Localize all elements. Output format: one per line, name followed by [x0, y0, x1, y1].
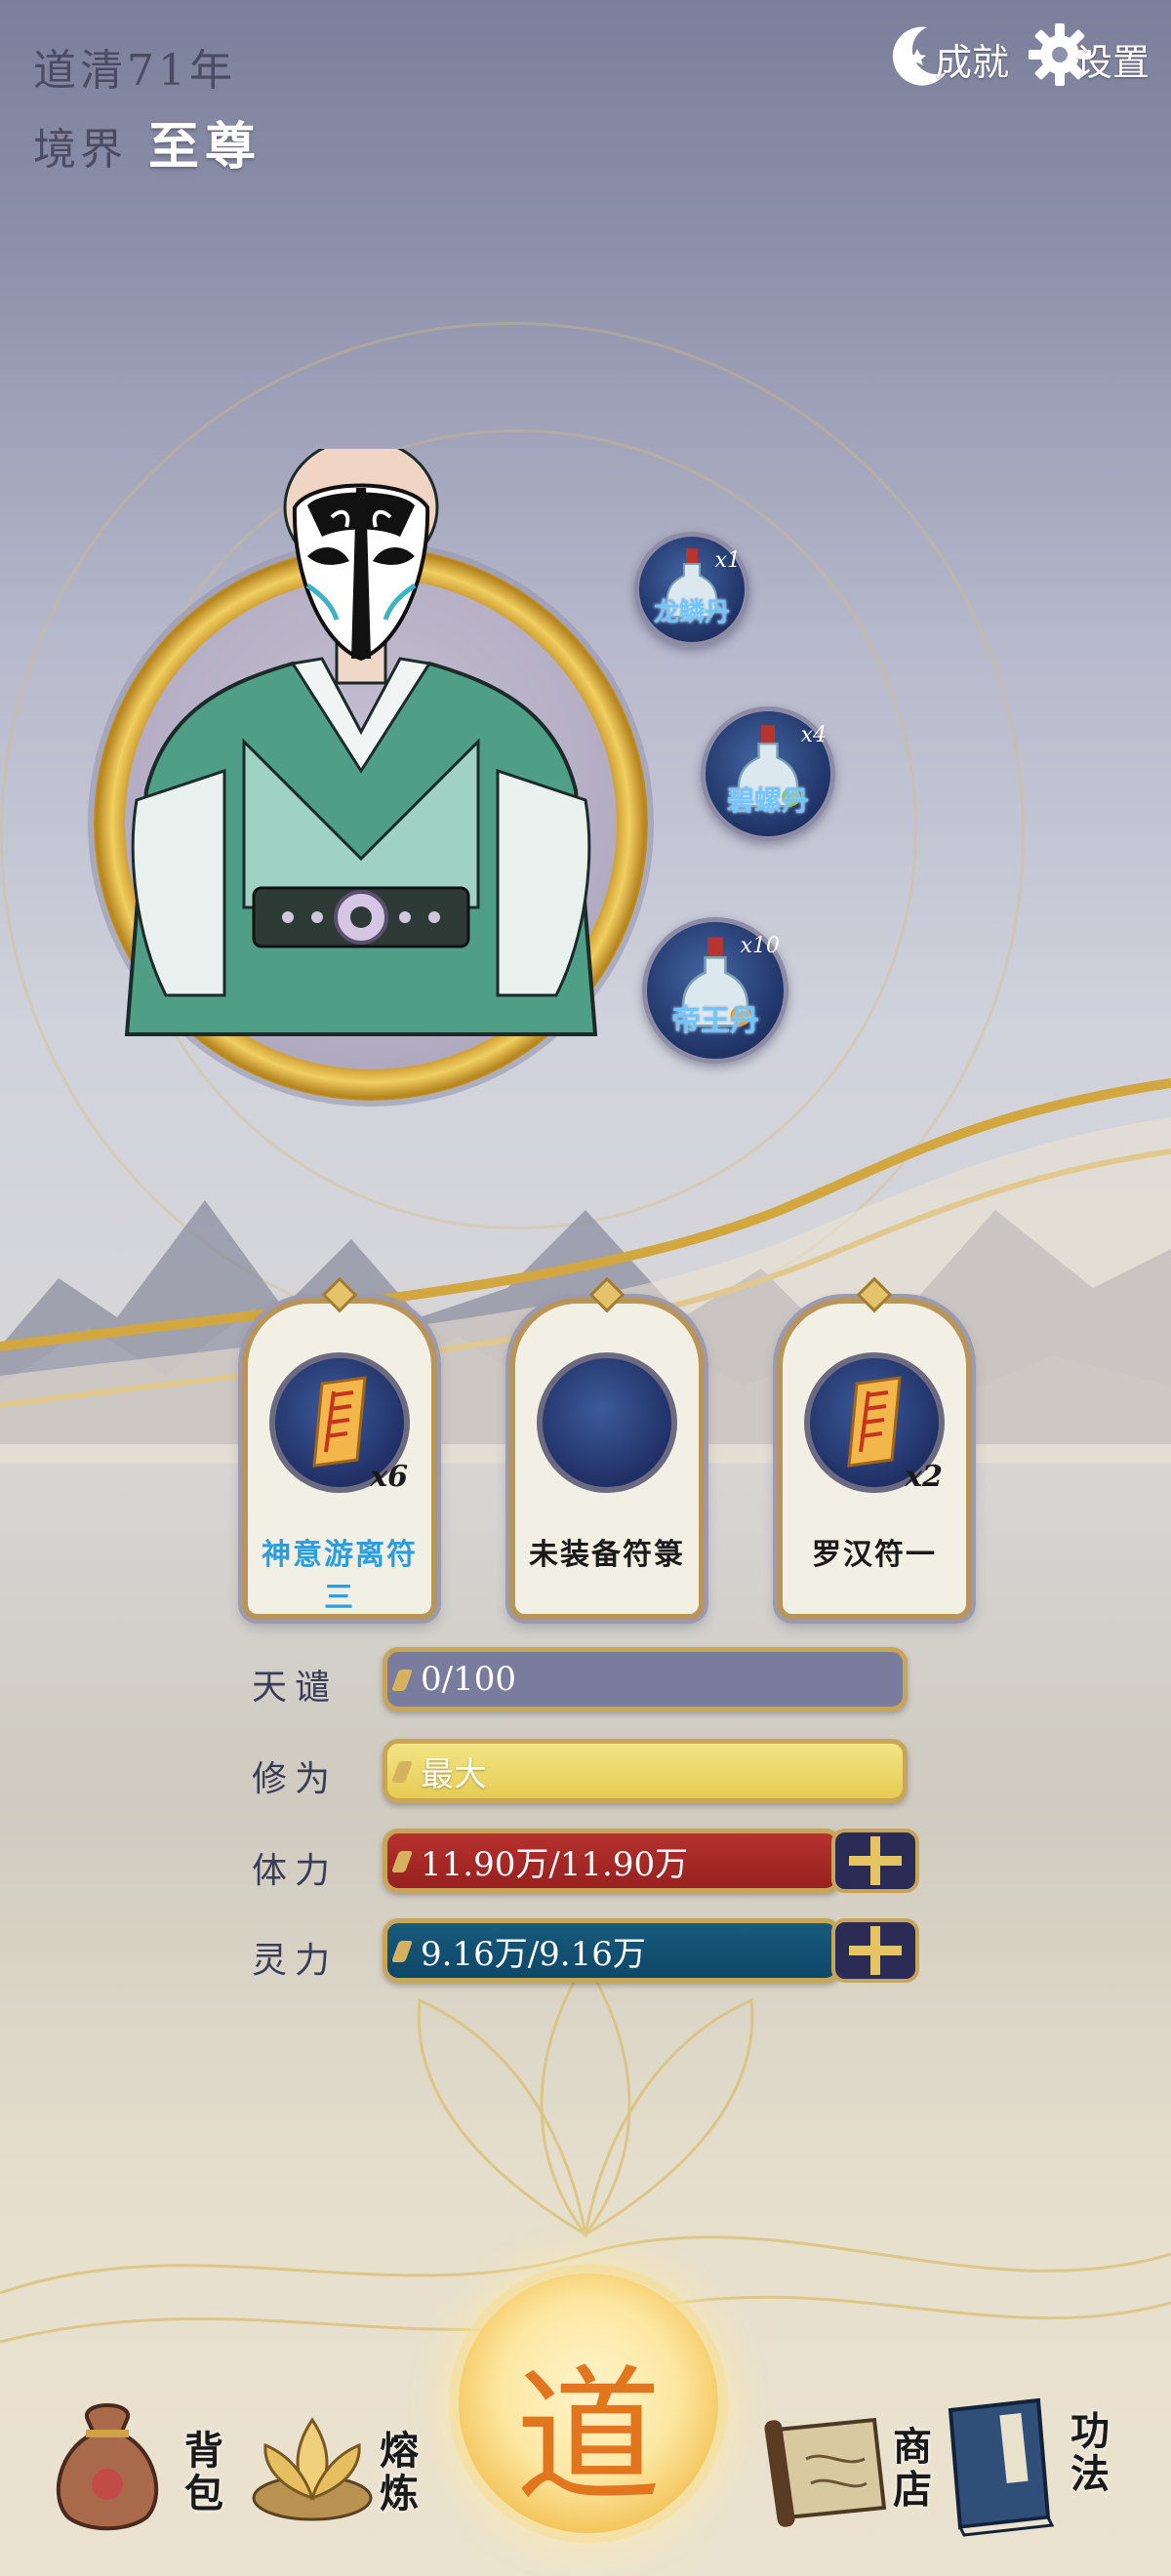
- tianqian-bar: 0/100: [383, 1647, 908, 1711]
- talisman-count: x6: [370, 1460, 408, 1494]
- pill-longlin[interactable]: 龙鳞丹 x1: [634, 532, 749, 647]
- talisman-slot-3[interactable]: x2 罗汉符一: [777, 1276, 972, 1620]
- talisman-empty-slot: [537, 1352, 677, 1493]
- pill-count: x10: [740, 934, 780, 958]
- nav-refine-label: 熔炼: [373, 2430, 419, 2516]
- stat-label-lingli: 灵力: [252, 1941, 339, 1981]
- pouch-icon: [56, 2403, 159, 2531]
- stat-label-tili: 体力: [252, 1851, 339, 1891]
- talisman-slot-2[interactable]: 未装备符箓: [509, 1276, 705, 1620]
- achievements-label: 成就: [935, 41, 1010, 84]
- pill-name: 碧螺丹: [726, 785, 809, 817]
- stamina-value: 11.90万/11.90万: [421, 1844, 689, 1884]
- talisman-slot-1[interactable]: x6 神意游离符三: [242, 1276, 437, 1620]
- nav-bag-label: 背包: [178, 2430, 223, 2516]
- dao-meditate-button[interactable]: 道: [459, 2274, 718, 2533]
- dao-character: 道: [514, 2353, 662, 2522]
- stamina-bar: 11.90万/11.90万: [383, 1829, 841, 1893]
- realm-label: 境界: [33, 125, 127, 175]
- talisman-name: 罗汉符一: [812, 1538, 937, 1572]
- pill-biluo[interactable]: 碧螺丹 x4: [701, 706, 835, 841]
- add-stamina-button[interactable]: [831, 1829, 919, 1893]
- era-year: 道清71年: [33, 46, 236, 96]
- cultivation-bar: 最大: [383, 1739, 908, 1803]
- cultivation-value: 最大: [421, 1754, 487, 1794]
- tianqian-value: 0/100: [421, 1660, 516, 1699]
- spirit-value: 9.16万/9.16万: [421, 1934, 646, 1974]
- nav-skills-button[interactable]: 功法: [931, 2391, 1126, 2556]
- nav-shop-label: 商店: [886, 2426, 932, 2512]
- lotus-furnace-icon: [252, 2417, 373, 2521]
- pill-count: x4: [800, 723, 827, 747]
- pill-diwang[interactable]: 帝王丹 x10: [642, 917, 788, 1064]
- settings-button[interactable]: 设置: [1025, 20, 1150, 90]
- realm-value: 至尊: [148, 117, 262, 177]
- realm-row: 境界 至尊: [33, 105, 262, 179]
- stat-label-tianqian: 天谴: [252, 1668, 339, 1708]
- add-spirit-button[interactable]: [831, 1918, 919, 1983]
- nav-refine-button[interactable]: 熔炼: [244, 2391, 429, 2556]
- nav-skills-label: 功法: [1064, 2410, 1110, 2496]
- nav-shop-button[interactable]: 商店: [757, 2391, 943, 2556]
- nav-bag-button[interactable]: 背包: [39, 2391, 224, 2556]
- settings-label: 设置: [1075, 41, 1151, 84]
- spirit-bar: 9.16万/9.16万: [383, 1918, 841, 1983]
- achievements-button[interactable]: 成就: [884, 20, 1009, 90]
- talisman-name: 神意游离符三: [262, 1538, 418, 1615]
- talisman-name: 未装备符箓: [529, 1538, 685, 1572]
- stat-label-xiuwei: 修为: [252, 1759, 339, 1799]
- pill-count: x1: [714, 548, 741, 573]
- talisman-count: x2: [905, 1460, 943, 1494]
- pill-name: 帝王丹: [671, 1004, 759, 1038]
- pill-name: 龙鳞丹: [653, 598, 730, 627]
- book-icon: [948, 2397, 1055, 2537]
- character-portrait: [124, 449, 598, 1036]
